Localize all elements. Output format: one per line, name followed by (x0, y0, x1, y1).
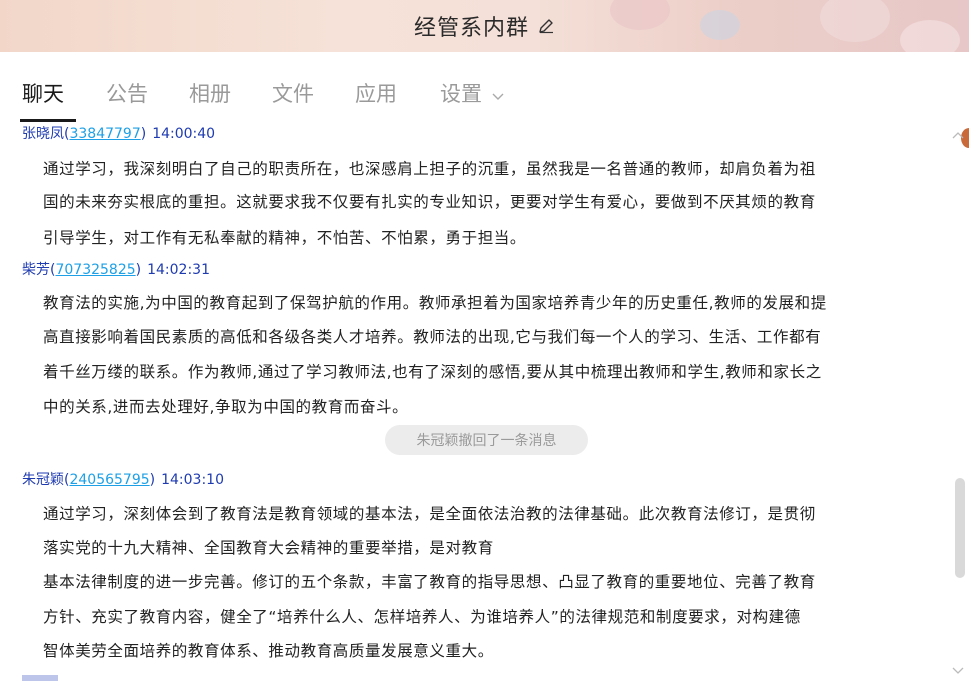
message-text-line: 引导学生，对工作有无私奉献的精神，不怕苦、不怕累，勇于担当。 (43, 229, 527, 247)
sender-id-link[interactable]: 240565795 (69, 472, 149, 488)
message-text-line: 中的关系,进而去处理好,争取为中国的教育而奋斗。 (43, 398, 409, 416)
scrollbar-thumb[interactable] (955, 478, 965, 578)
tab-label: 公告 (106, 82, 148, 106)
tab-settings[interactable]: 设置 (440, 79, 504, 109)
sender-name[interactable]: 张晓凤 (22, 126, 64, 142)
scroll-down-icon[interactable] (951, 662, 965, 674)
uid-close: ) (135, 262, 142, 278)
tab-label: 聊天 (22, 82, 64, 106)
tab-apps[interactable]: 应用 (355, 79, 397, 109)
sender-id-link[interactable]: 33847797 (69, 126, 140, 142)
tab-label: 应用 (355, 82, 397, 106)
tab-bar: 聊天 公告 相册 文件 应用 设置 (0, 52, 969, 148)
tab-label: 文件 (272, 82, 314, 106)
recall-notice-text: 朱冠颖撤回了一条消息 (416, 433, 557, 449)
message-text-line: 通过学习，深刻体会到了教育法是教育领域的基本法，是全面依法治教的法律基础。此次教… (43, 505, 816, 523)
group-title: 经管系内群 (413, 16, 529, 41)
message-header: 张晓凤(33847797) 14:00:40 (22, 124, 215, 144)
tab-files[interactable]: 文件 (272, 79, 314, 109)
chat-history[interactable]: 张晓凤(33847797) 14:00:40 通过学习，我深刻明白了自己的职责所在… (0, 122, 969, 685)
message-text-line: 方针、充实了教育内容，健全了“培养什么人、怎样培养人、为谁培养人”的法律规范和制… (43, 608, 801, 626)
next-message-header-clipped (22, 675, 58, 681)
tab-chat[interactable]: 聊天 (22, 79, 64, 109)
title-bar: 经管系内群 (0, 0, 969, 52)
message-text-line: 通过学习，我深刻明白了自己的职责所在，也深感肩上担子的沉重，虽然我是一名普通的教… (43, 160, 816, 178)
message-time: 14:00:40 (152, 126, 216, 142)
message-text-line: 基本法律制度的进一步完善。修订的五个条款，丰富了教育的指导思想、凸显了教育的重要… (43, 573, 816, 591)
message-text-line: 着千丝万缕的联系。作为教师,通过了学习教师法,也有了深刻的感悟,要从其中梳理出教… (43, 363, 822, 381)
tab-announcements[interactable]: 公告 (106, 79, 148, 109)
chevron-down-icon (488, 89, 504, 105)
message-time: 14:02:31 (147, 262, 210, 278)
tab-label: 设置 (440, 82, 482, 106)
message-text-line: 智体美劳全面培养的教育体系、推动教育高质量发展意义重大。 (43, 642, 494, 660)
pencil-icon[interactable] (537, 17, 555, 35)
message-header: 柴芳(707325825) 14:02:31 (22, 260, 210, 280)
uid-close: ) (149, 472, 156, 488)
sender-name[interactable]: 朱冠颖 (22, 472, 64, 488)
message-header: 朱冠颖(240565795) 14:03:10 (22, 470, 224, 490)
message-text-line: 高直接影响着国民素质的高低和各级各类人才培养。教师法的出现,它与我们每一个人的学… (43, 328, 822, 346)
tab-album[interactable]: 相册 (189, 79, 231, 109)
tab-label: 相册 (189, 82, 231, 106)
message-text-line: 教育法的实施,为中国的教育起到了保驾护航的作用。教师承担着为国家培养青少年的历史… (43, 294, 827, 312)
scroll-up-icon[interactable] (951, 126, 965, 139)
uid-close: ) (140, 126, 147, 142)
message-text-line: 落实党的十九大精神、全国教育大会精神的重要举措，是对教育 (43, 539, 494, 557)
message-time: 14:03:10 (161, 472, 224, 488)
sender-id-link[interactable]: 707325825 (55, 262, 135, 278)
sender-name[interactable]: 柴芳 (22, 262, 50, 278)
recall-notice: 朱冠颖撤回了一条消息 (385, 425, 588, 455)
message-text-line: 国的未来夯实根底的重担。这就要求我不仅要有扎实的专业知识，更要对学生有爱心，要做… (43, 193, 816, 211)
